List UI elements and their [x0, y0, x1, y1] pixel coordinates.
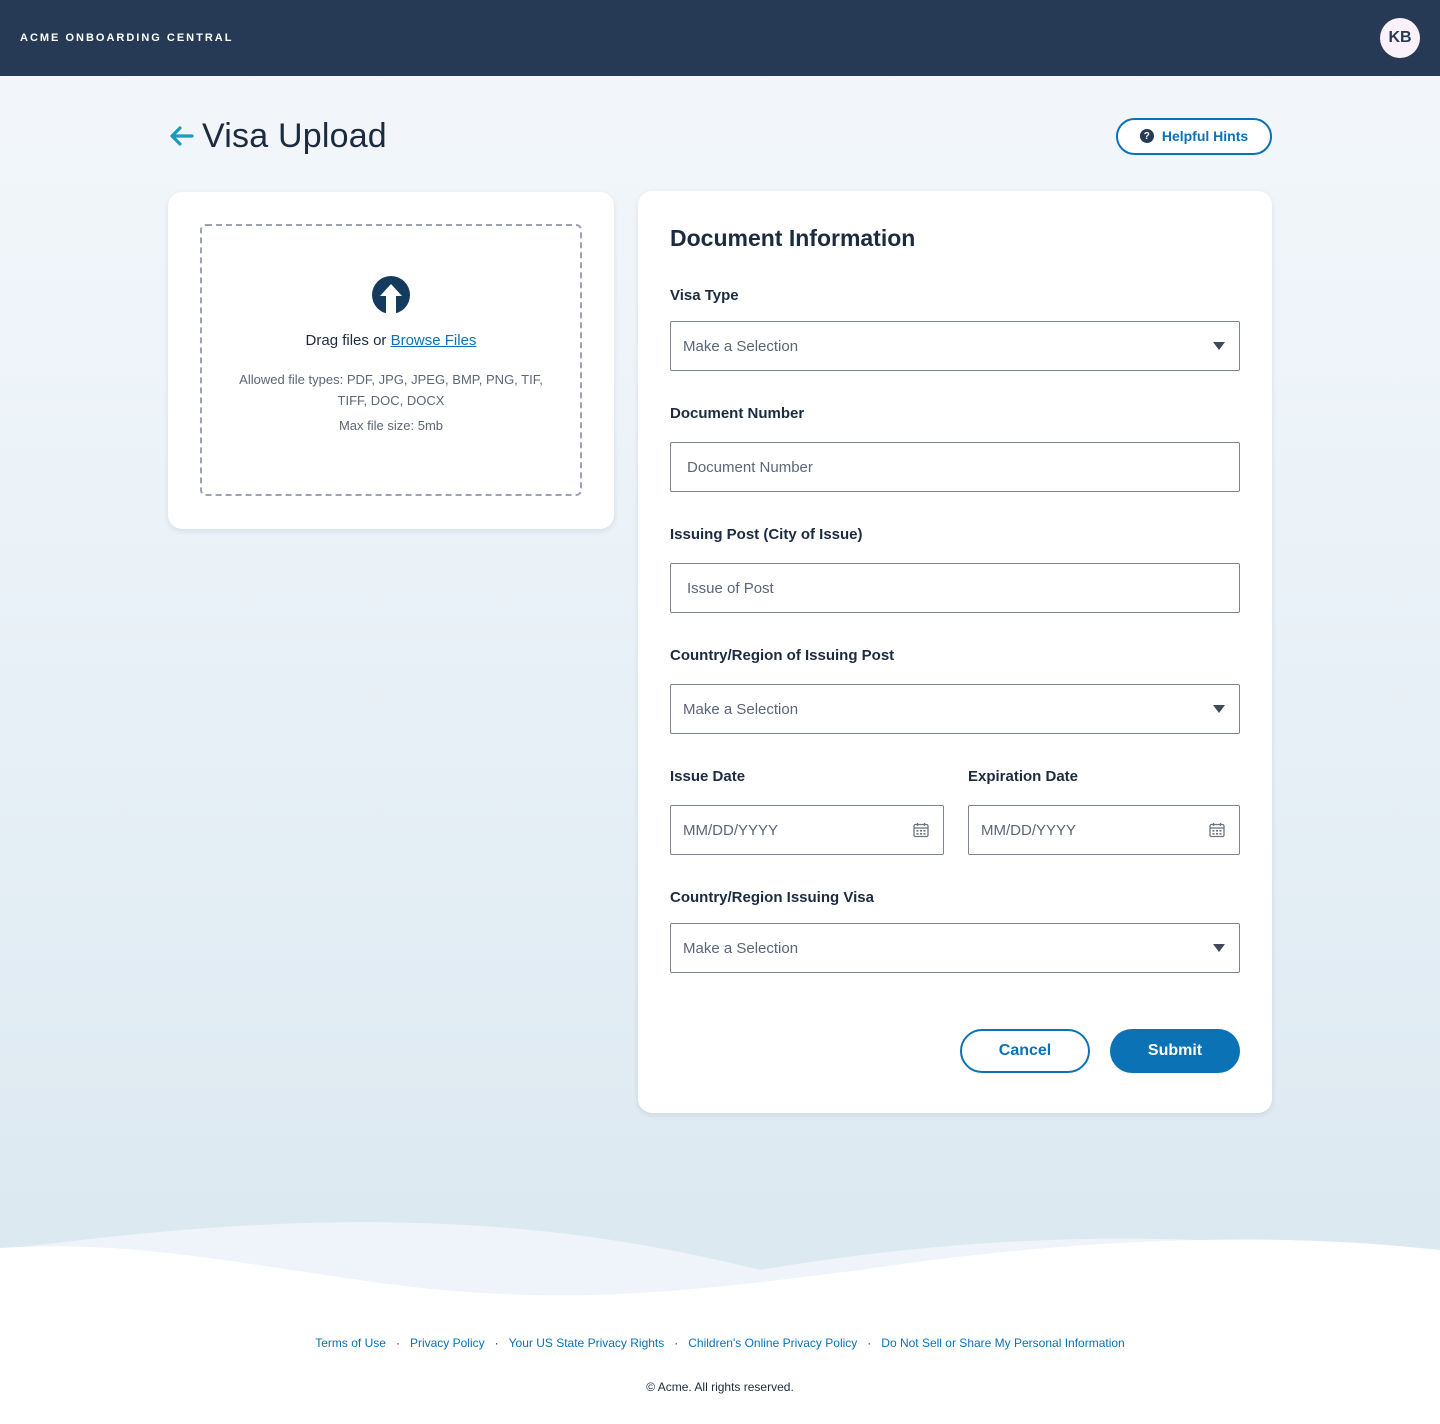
footer-separator: ·: [674, 1336, 679, 1350]
max-file-size: Max file size: 5mb: [338, 418, 444, 433]
drag-text: Drag files or Browse Files: [306, 332, 477, 349]
issuing-post-input[interactable]: [671, 564, 1239, 612]
file-dropzone[interactable]: Drag files or Browse Files Allowed file …: [200, 224, 582, 496]
copyright: © Acme. All rights reserved.: [646, 1380, 794, 1394]
footer-link-state-privacy[interactable]: Your US State Privacy Rights: [509, 1336, 665, 1350]
country-issuing-post-select[interactable]: Make a Selection: [670, 684, 1240, 734]
footer-link-childrens-privacy[interactable]: Children's Online Privacy Policy: [688, 1336, 857, 1350]
avatar[interactable]: KB: [1380, 18, 1420, 58]
page-title: Visa Upload: [202, 116, 387, 155]
visa-type-label: Visa Type: [670, 287, 739, 304]
cancel-button[interactable]: Cancel: [960, 1029, 1090, 1073]
expiration-date-field-wrap: [968, 805, 1240, 855]
country-issuing-visa-label: Country/Region Issuing Visa: [670, 889, 874, 906]
upload-card: Drag files or Browse Files Allowed file …: [168, 192, 614, 529]
issuing-post-field-wrap: [670, 563, 1240, 613]
document-information-card: Document Information Visa Type Make a Se…: [638, 191, 1272, 1113]
calendar-icon[interactable]: [913, 822, 929, 838]
issuing-post-label: Issuing Post (City of Issue): [670, 526, 863, 543]
document-number-input[interactable]: [671, 443, 1239, 491]
browse-files-link[interactable]: Browse Files: [391, 332, 477, 349]
visa-type-value: Make a Selection: [683, 337, 799, 355]
top-bar: ACME ONBOARDING CENTRAL KB: [0, 0, 1440, 76]
footer-link-terms[interactable]: Terms of Use: [315, 1336, 386, 1350]
calendar-icon[interactable]: [1209, 822, 1225, 838]
country-issuing-post-value: Make a Selection: [683, 700, 799, 718]
form-title: Document Information: [670, 225, 916, 251]
footer-separator: ·: [494, 1336, 499, 1350]
footer-link-do-not-sell[interactable]: Do Not Sell or Share My Personal Informa…: [881, 1336, 1124, 1350]
allowed-file-types: Allowed file types: PDF, JPG, JPEG, BMP,…: [239, 372, 543, 408]
caret-down-icon: [1213, 342, 1225, 350]
footer-link-privacy[interactable]: Privacy Policy: [410, 1336, 485, 1350]
helpful-hints-button[interactable]: ? Helpful Hints: [1116, 117, 1272, 155]
helpful-hints-label: Helpful Hints: [1161, 128, 1249, 144]
footer-separator: ·: [867, 1336, 872, 1350]
expiration-date-label: Expiration Date: [968, 768, 1079, 785]
document-number-field-wrap: [670, 442, 1240, 492]
country-issuing-visa-select[interactable]: Make a Selection: [670, 923, 1240, 973]
caret-down-icon: [1213, 705, 1225, 713]
issue-date-label: Issue Date: [670, 768, 746, 785]
caret-down-icon: [1213, 944, 1225, 952]
submit-button[interactable]: Submit: [1110, 1029, 1240, 1073]
country-issuing-visa-value: Make a Selection: [683, 939, 799, 957]
footer-links: Terms of Use · Privacy Policy · Your US Stat…: [0, 1336, 1440, 1350]
footer-separator: ·: [395, 1336, 400, 1350]
issue-date-input[interactable]: [683, 806, 913, 854]
help-icon: ?: [1139, 129, 1154, 143]
brand-name[interactable]: ACME ONBOARDING CENTRAL: [20, 32, 233, 44]
country-issuing-post-label: Country/Region of Issuing Post: [670, 647, 895, 664]
page-header: Visa Upload ? Helpful Hints: [168, 112, 1272, 160]
back-arrow-icon[interactable]: [168, 123, 194, 149]
title-wrap: Visa Upload: [168, 117, 387, 156]
issue-date-field-wrap: [670, 805, 944, 855]
visa-type-select[interactable]: Make a Selection: [670, 321, 1240, 371]
expiration-date-input[interactable]: [981, 806, 1209, 854]
document-number-label: Document Number: [670, 405, 805, 422]
drag-files-label: Drag files or: [305, 332, 391, 349]
upload-arrow-icon: [372, 276, 410, 314]
